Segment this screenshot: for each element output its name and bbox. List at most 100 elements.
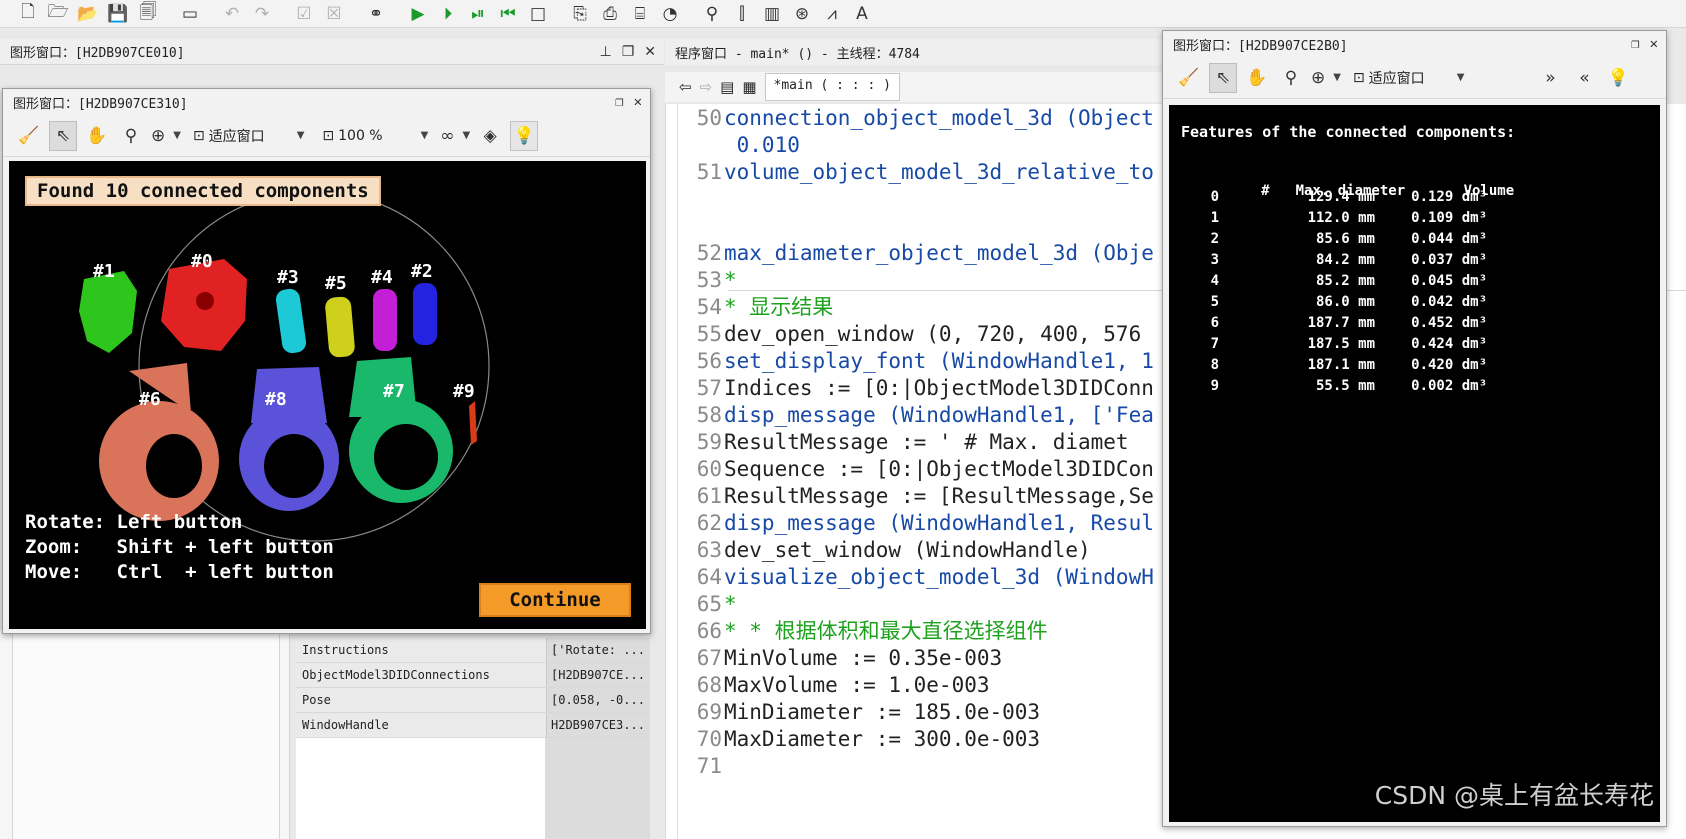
- export-icon[interactable]: ⎙: [596, 1, 624, 27]
- code-line[interactable]: 58disp_message (WindowHandle1, ['Fea: [666, 401, 1154, 430]
- back-icon[interactable]: ⇦: [679, 78, 692, 96]
- code-line[interactable]: 56set_display_font (WindowHandle1, 1: [666, 347, 1154, 376]
- fit-window-select[interactable]: ⊡ 适应窗口 ▼: [187, 121, 310, 151]
- code-line[interactable]: 63dev_set_window (WindowHandle): [666, 536, 1091, 565]
- code-line[interactable]: 61ResultMessage := [ResultMessage,Se: [666, 482, 1154, 511]
- continue-button[interactable]: Continue: [479, 583, 631, 617]
- step-over-icon[interactable]: ⏵: [434, 1, 462, 27]
- restore-icon[interactable]: ❐: [615, 94, 623, 110]
- check-icon[interactable]: ☑: [290, 1, 318, 27]
- code-line[interactable]: 51volume_object_model_3d_relative_to: [666, 158, 1154, 187]
- fit-window-select[interactable]: ⊡ 适应窗口 ▼: [1347, 63, 1470, 93]
- 3d-scene: [79, 190, 490, 542]
- open-file-icon[interactable]: 🗁: [44, 1, 72, 27]
- profiler-icon[interactable]: ◔: [656, 1, 684, 27]
- code-line[interactable]: 71: [666, 752, 724, 781]
- component-1-shape: [79, 271, 137, 353]
- code-line[interactable]: 55dev_open_window (0, 720, 400, 576: [666, 320, 1142, 349]
- component-9-shape: [469, 401, 477, 445]
- step-into-icon[interactable]: ⏯: [464, 1, 492, 27]
- variable-row[interactable]: Pose [0.058, -0...: [296, 688, 650, 713]
- restore-icon[interactable]: ❐: [1631, 36, 1639, 52]
- undo-icon[interactable]: ↶: [218, 1, 246, 27]
- code-line[interactable]: 69MinDiameter := 185.0e-003: [666, 698, 1040, 727]
- line-profile-icon[interactable]: ⩘: [818, 1, 846, 27]
- feature-diameter: 86.0 mm: [1315, 294, 1375, 310]
- variable-row[interactable]: WindowHandle H2DB907CE3...: [296, 713, 650, 738]
- draw-mode-icon[interactable]: ∞ ▼: [440, 121, 470, 151]
- zoom-in-icon[interactable]: ⊕ ▼: [1311, 63, 1341, 93]
- magnifier-icon[interactable]: ⚲: [117, 121, 145, 151]
- pointer-icon[interactable]: ⇖: [49, 120, 77, 151]
- lightbulb-icon[interactable]: 💡: [510, 120, 539, 151]
- line-number: 69: [696, 700, 722, 724]
- hand-icon[interactable]: ✋: [83, 121, 111, 151]
- code-line[interactable]: 65*: [666, 590, 737, 619]
- stop-icon[interactable]: □: [524, 1, 552, 27]
- code-line[interactable]: 64visualize_object_model_3d (WindowH: [666, 563, 1154, 592]
- variable-row[interactable]: Instructions ['Rotate: ...: [296, 638, 650, 663]
- line-number: 70: [696, 727, 722, 751]
- hand-icon[interactable]: ✋: [1243, 63, 1271, 93]
- more-icon[interactable]: »: [1536, 63, 1564, 93]
- histogram-icon[interactable]: ⫿: [728, 1, 756, 27]
- code-line[interactable]: 70MaxDiameter := 300.0e-003: [666, 725, 1040, 754]
- redo-icon[interactable]: ↷: [248, 1, 276, 27]
- restore-icon[interactable]: ❐: [622, 44, 635, 60]
- zoom-in-icon[interactable]: ⊕ ▼: [151, 121, 181, 151]
- zoom-icon[interactable]: ⚲: [698, 1, 726, 27]
- code-line[interactable]: 60Sequence := [0:|ObjectModel3DIDCon: [666, 455, 1154, 484]
- font-icon[interactable]: A: [848, 1, 876, 27]
- layers-icon[interactable]: ◈: [476, 121, 504, 151]
- record-icon[interactable]: ▭: [176, 1, 204, 27]
- bar-chart-icon[interactable]: ▥: [758, 1, 786, 27]
- variable-row[interactable]: ObjectModel3DIDConnections [H2DB907CE...: [296, 663, 650, 688]
- save-icon[interactable]: 💾: [104, 1, 132, 27]
- code-line[interactable]: 59ResultMessage := ' # Max. diamet: [666, 428, 1129, 457]
- clear-check-icon[interactable]: ☒: [320, 1, 348, 27]
- zoom-select[interactable]: ⊡ 100 % ▼: [316, 121, 434, 151]
- broom-icon[interactable]: 🧹: [1175, 63, 1203, 93]
- magnifier-icon[interactable]: ⚲: [1277, 63, 1305, 93]
- lightbulb-icon[interactable]: 💡: [1604, 63, 1632, 93]
- code-line[interactable]: 0.010: [666, 131, 800, 160]
- code-line[interactable]: 57Indices := [0:|ObjectModel3DIDConn: [666, 374, 1154, 403]
- assistant-icon[interactable]: ⌸: [626, 1, 654, 27]
- features-canvas[interactable]: Features of the connected components: # M…: [1169, 105, 1660, 822]
- feature-index: 3: [1210, 252, 1219, 268]
- code-line[interactable]: 52max_diameter_object_model_3d (Obje: [666, 239, 1154, 268]
- code-line[interactable]: 50connection_object_model_3d (Object: [666, 104, 1154, 133]
- code-line[interactable]: 53*: [666, 266, 737, 295]
- open-example-icon[interactable]: 📂: [74, 1, 102, 27]
- save-all-icon[interactable]: 🗐: [134, 1, 162, 27]
- new-file-icon[interactable]: 🗋: [14, 1, 42, 27]
- feature-index: 4: [1210, 273, 1219, 289]
- find-icon[interactable]: ⚭: [362, 1, 390, 27]
- insert-icon[interactable]: ⎘: [566, 1, 594, 27]
- code-text: max_diameter_object_model_3d (Obje: [724, 241, 1154, 265]
- procedure-list-icon[interactable]: ▤: [720, 78, 734, 96]
- pin-icon[interactable]: ⊥: [600, 44, 612, 60]
- run-icon[interactable]: ▶: [404, 1, 432, 27]
- pointer-icon[interactable]: ⇖: [1209, 62, 1237, 93]
- code-line[interactable]: 68MaxVolume := 1.0e-003: [666, 671, 990, 700]
- line-number: 50: [696, 106, 722, 130]
- grid-icon[interactable]: ▦: [742, 78, 756, 96]
- broom-icon[interactable]: 🧹: [15, 121, 43, 151]
- feature-index: 6: [1210, 315, 1219, 331]
- close-icon[interactable]: ✕: [644, 44, 656, 60]
- code-line[interactable]: 54* 显示结果: [666, 293, 834, 322]
- code-line[interactable]: 62disp_message (WindowHandle1, Resul: [666, 509, 1154, 538]
- tab-main[interactable]: *main ( : : : ): [764, 73, 900, 101]
- step-out-icon[interactable]: ⏮: [494, 1, 522, 27]
- found-components-message: Found 10 connected components: [25, 176, 381, 206]
- code-line[interactable]: 66* * 根据体积和最大直径选择组件: [666, 617, 1048, 646]
- graphics-canvas-3d[interactable]: #1 #0 #3 #5 #4 #2 #6 #8 #7 #9 Found 10 c…: [9, 161, 646, 629]
- close-icon[interactable]: ✕: [1650, 36, 1658, 52]
- variable-name: ObjectModel3DIDConnections: [296, 663, 546, 687]
- forward-icon[interactable]: ⇨: [700, 78, 713, 96]
- code-line[interactable]: 67MinVolume := 0.35e-003: [666, 644, 1002, 673]
- close-icon[interactable]: ✕: [634, 94, 642, 110]
- ocr-icon[interactable]: ⊛: [788, 1, 816, 27]
- collapse-icon[interactable]: «: [1570, 63, 1598, 93]
